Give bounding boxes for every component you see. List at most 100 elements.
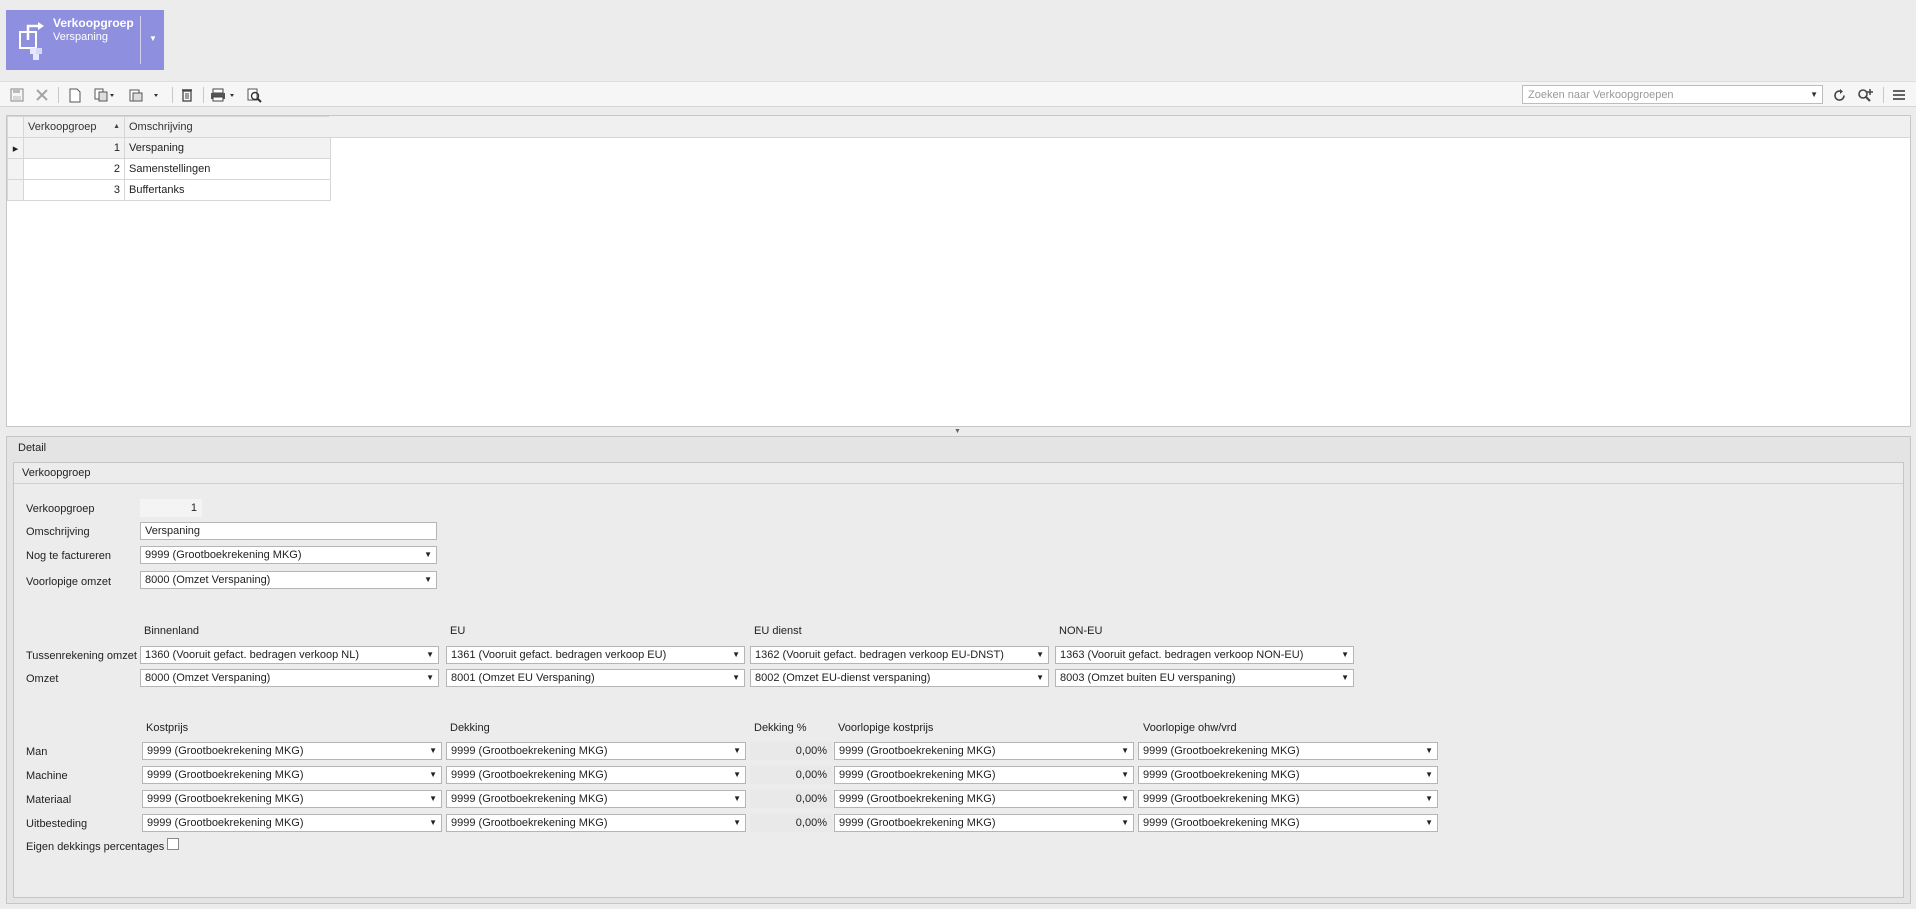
dropdown-arrow-icon[interactable]: ▼ bbox=[1425, 770, 1433, 779]
column-header-binnenland: Binnenland bbox=[144, 625, 200, 637]
cell-omschrijving[interactable]: Buffertanks bbox=[124, 179, 331, 201]
dropdown-arrow-icon[interactable]: ▼ bbox=[429, 818, 437, 827]
materiaal-kostprijs-dropdown[interactable]: 9999 (Grootboekrekening MKG) ▼ bbox=[142, 790, 442, 808]
dropdown-arrow-icon[interactable]: ▼ bbox=[733, 770, 741, 779]
tussenrekening-non-eu-dropdown[interactable]: 1363 (Vooruit gefact. bedragen verkoop N… bbox=[1055, 646, 1354, 664]
table-row[interactable]: ▸ 1 Verspaning bbox=[7, 137, 331, 159]
materiaal-voorlopige-ohw-dropdown[interactable]: 9999 (Grootboekrekening MKG) ▼ bbox=[1138, 790, 1438, 808]
table-row[interactable]: 3 Buffertanks bbox=[7, 179, 331, 201]
cell-verkoopgroep[interactable]: 1 bbox=[23, 137, 125, 159]
machine-dekking-pct-field[interactable]: 0,00% bbox=[750, 766, 832, 784]
copy-icon[interactable] bbox=[92, 85, 118, 105]
dropdown-arrow-icon[interactable]: ▼ bbox=[732, 673, 740, 682]
menu-icon[interactable] bbox=[1890, 85, 1908, 105]
man-voorlopige-kostprijs-dropdown[interactable]: 9999 (Grootboekrekening MKG) ▼ bbox=[834, 742, 1134, 760]
dropdown-arrow-icon[interactable]: ▼ bbox=[426, 673, 434, 682]
omzet-binnenland-dropdown[interactable]: 8000 (Omzet Verspaning) ▼ bbox=[140, 669, 439, 687]
dropdown-arrow-icon[interactable]: ▼ bbox=[733, 794, 741, 803]
omzet-non-eu-dropdown[interactable]: 8003 (Omzet buiten EU verspaning) ▼ bbox=[1055, 669, 1354, 687]
app-tile[interactable]: Verkoopgroep Verspaning ▼ bbox=[6, 10, 164, 70]
uitbesteding-kostprijs-dropdown[interactable]: 9999 (Grootboekrekening MKG) ▼ bbox=[142, 814, 442, 832]
dropdown-value: 1361 (Vooruit gefact. bedragen verkoop E… bbox=[451, 649, 667, 661]
tussenrekening-binnenland-dropdown[interactable]: 1360 (Vooruit gefact. bedragen verkoop N… bbox=[140, 646, 439, 664]
dropdown-value: 9999 (Grootboekrekening MKG) bbox=[451, 769, 608, 781]
delete-icon[interactable] bbox=[178, 85, 196, 105]
man-voorlopige-ohw-dropdown[interactable]: 9999 (Grootboekrekening MKG) ▼ bbox=[1138, 742, 1438, 760]
machine-kostprijs-dropdown[interactable]: 9999 (Grootboekrekening MKG) ▼ bbox=[142, 766, 442, 784]
search-add-icon[interactable] bbox=[1855, 85, 1875, 105]
dropdown-arrow-icon[interactable]: ▼ bbox=[1425, 746, 1433, 755]
dropdown-arrow-icon[interactable]: ▼ bbox=[429, 746, 437, 755]
cell-omschrijving[interactable]: Verspaning bbox=[124, 137, 331, 159]
man-kostprijs-dropdown[interactable]: 9999 (Grootboekrekening MKG) ▼ bbox=[142, 742, 442, 760]
dropdown-arrow-icon[interactable]: ▼ bbox=[429, 794, 437, 803]
dropdown-value: 9999 (Grootboekrekening MKG) bbox=[451, 817, 608, 829]
dropdown-arrow-icon[interactable]: ▼ bbox=[424, 575, 432, 584]
dropdown-arrow-icon[interactable]: ▼ bbox=[426, 650, 434, 659]
machine-voorlopige-ohw-dropdown[interactable]: 9999 (Grootboekrekening MKG) ▼ bbox=[1138, 766, 1438, 784]
dropdown-arrow-icon[interactable]: ▼ bbox=[1036, 650, 1044, 659]
column-header-omschrijving[interactable]: Omschrijving bbox=[124, 116, 331, 138]
print-icon[interactable] bbox=[209, 85, 239, 105]
sales-group-table: Verkoopgroep ▲ Omschrijving ▸ 1 Verspanin… bbox=[7, 116, 331, 201]
dropdown-value: 8003 (Omzet buiten EU verspaning) bbox=[1060, 672, 1236, 684]
materiaal-voorlopige-kostprijs-dropdown[interactable]: 9999 (Grootboekrekening MKG) ▼ bbox=[834, 790, 1134, 808]
omzet-eu-dropdown[interactable]: 8001 (Omzet EU Verspaning) ▼ bbox=[446, 669, 745, 687]
materiaal-dekking-pct-field[interactable]: 0,00% bbox=[750, 790, 832, 808]
machine-voorlopige-kostprijs-dropdown[interactable]: 9999 (Grootboekrekening MKG) ▼ bbox=[834, 766, 1134, 784]
cell-verkoopgroep[interactable]: 3 bbox=[23, 179, 125, 201]
dropdown-value: 9999 (Grootboekrekening MKG) bbox=[147, 769, 304, 781]
paste-icon[interactable] bbox=[127, 85, 163, 105]
dropdown-arrow-icon[interactable]: ▼ bbox=[1341, 673, 1349, 682]
search-input[interactable] bbox=[1523, 86, 1793, 103]
preview-icon[interactable] bbox=[245, 85, 263, 105]
save-icon[interactable] bbox=[8, 85, 26, 105]
dropdown-arrow-icon[interactable]: ▼ bbox=[732, 650, 740, 659]
machine-dekking-dropdown[interactable]: 9999 (Grootboekrekening MKG) ▼ bbox=[446, 766, 746, 784]
eigen-dekkings-checkbox[interactable] bbox=[167, 838, 179, 850]
dropdown-arrow-icon[interactable]: ▼ bbox=[1121, 818, 1129, 827]
tile-dropdown-icon[interactable]: ▼ bbox=[149, 34, 157, 43]
new-document-icon[interactable] bbox=[66, 85, 84, 105]
dropdown-arrow-icon[interactable]: ▼ bbox=[1036, 673, 1044, 682]
search-dropdown-icon[interactable]: ▼ bbox=[1810, 90, 1818, 99]
dropdown-arrow-icon[interactable]: ▼ bbox=[733, 818, 741, 827]
column-header-dekking-pct: Dekking % bbox=[754, 722, 807, 734]
dropdown-value: 8001 (Omzet EU Verspaning) bbox=[451, 672, 595, 684]
uitbesteding-dekking-dropdown[interactable]: 9999 (Grootboekrekening MKG) ▼ bbox=[446, 814, 746, 832]
dropdown-arrow-icon[interactable]: ▼ bbox=[1341, 650, 1349, 659]
tussenrekening-eu-dienst-dropdown[interactable]: 1362 (Vooruit gefact. bedragen verkoop E… bbox=[750, 646, 1049, 664]
cell-verkoopgroep[interactable]: 2 bbox=[23, 158, 125, 180]
dropdown-arrow-icon[interactable]: ▼ bbox=[1121, 746, 1129, 755]
uitbesteding-voorlopige-kostprijs-dropdown[interactable]: 9999 (Grootboekrekening MKG) ▼ bbox=[834, 814, 1134, 832]
dropdown-arrow-icon[interactable]: ▼ bbox=[1425, 818, 1433, 827]
uitbesteding-voorlopige-ohw-dropdown[interactable]: 9999 (Grootboekrekening MKG) ▼ bbox=[1138, 814, 1438, 832]
splitter-collapse-icon[interactable]: ▼ bbox=[954, 428, 961, 435]
uitbesteding-dekking-pct-field[interactable]: 0,00% bbox=[750, 814, 832, 832]
discard-icon[interactable] bbox=[33, 85, 51, 105]
nog-te-factureren-dropdown[interactable]: 9999 (Grootboekrekening MKG) ▼ bbox=[140, 546, 437, 564]
man-dekking-pct-field[interactable]: 0,00% bbox=[750, 742, 832, 760]
voorlopige-omzet-dropdown[interactable]: 8000 (Omzet Verspaning) ▼ bbox=[140, 571, 437, 589]
dropdown-arrow-icon[interactable]: ▼ bbox=[429, 770, 437, 779]
refresh-icon[interactable] bbox=[1830, 85, 1848, 105]
dropdown-arrow-icon[interactable]: ▼ bbox=[1121, 770, 1129, 779]
materiaal-dekking-dropdown[interactable]: 9999 (Grootboekrekening MKG) ▼ bbox=[446, 790, 746, 808]
man-dekking-dropdown[interactable]: 9999 (Grootboekrekening MKG) ▼ bbox=[446, 742, 746, 760]
dropdown-value: 9999 (Grootboekrekening MKG) bbox=[1143, 793, 1300, 805]
tussenrekening-eu-dropdown[interactable]: 1361 (Vooruit gefact. bedragen verkoop E… bbox=[446, 646, 745, 664]
column-header-verkoopgroep[interactable]: Verkoopgroep ▲ bbox=[23, 116, 125, 138]
toolbar-separator bbox=[203, 87, 204, 103]
dropdown-value: 9999 (Grootboekrekening MKG) bbox=[451, 745, 608, 757]
search-field[interactable]: ▼ bbox=[1522, 85, 1823, 104]
dropdown-arrow-icon[interactable]: ▼ bbox=[733, 746, 741, 755]
cell-omschrijving[interactable]: Samenstellingen bbox=[124, 158, 331, 180]
dropdown-arrow-icon[interactable]: ▼ bbox=[424, 550, 432, 559]
dropdown-arrow-icon[interactable]: ▼ bbox=[1121, 794, 1129, 803]
dropdown-arrow-icon[interactable]: ▼ bbox=[1425, 794, 1433, 803]
omzet-eu-dienst-dropdown[interactable]: 8002 (Omzet EU-dienst verspaning) ▼ bbox=[750, 669, 1049, 687]
table-row[interactable]: 2 Samenstellingen bbox=[7, 158, 331, 180]
dropdown-value: 9999 (Grootboekrekening MKG) bbox=[839, 769, 996, 781]
omschrijving-field[interactable]: Verspaning bbox=[140, 522, 437, 540]
verkoopgroep-label: Verkoopgroep bbox=[26, 503, 95, 515]
